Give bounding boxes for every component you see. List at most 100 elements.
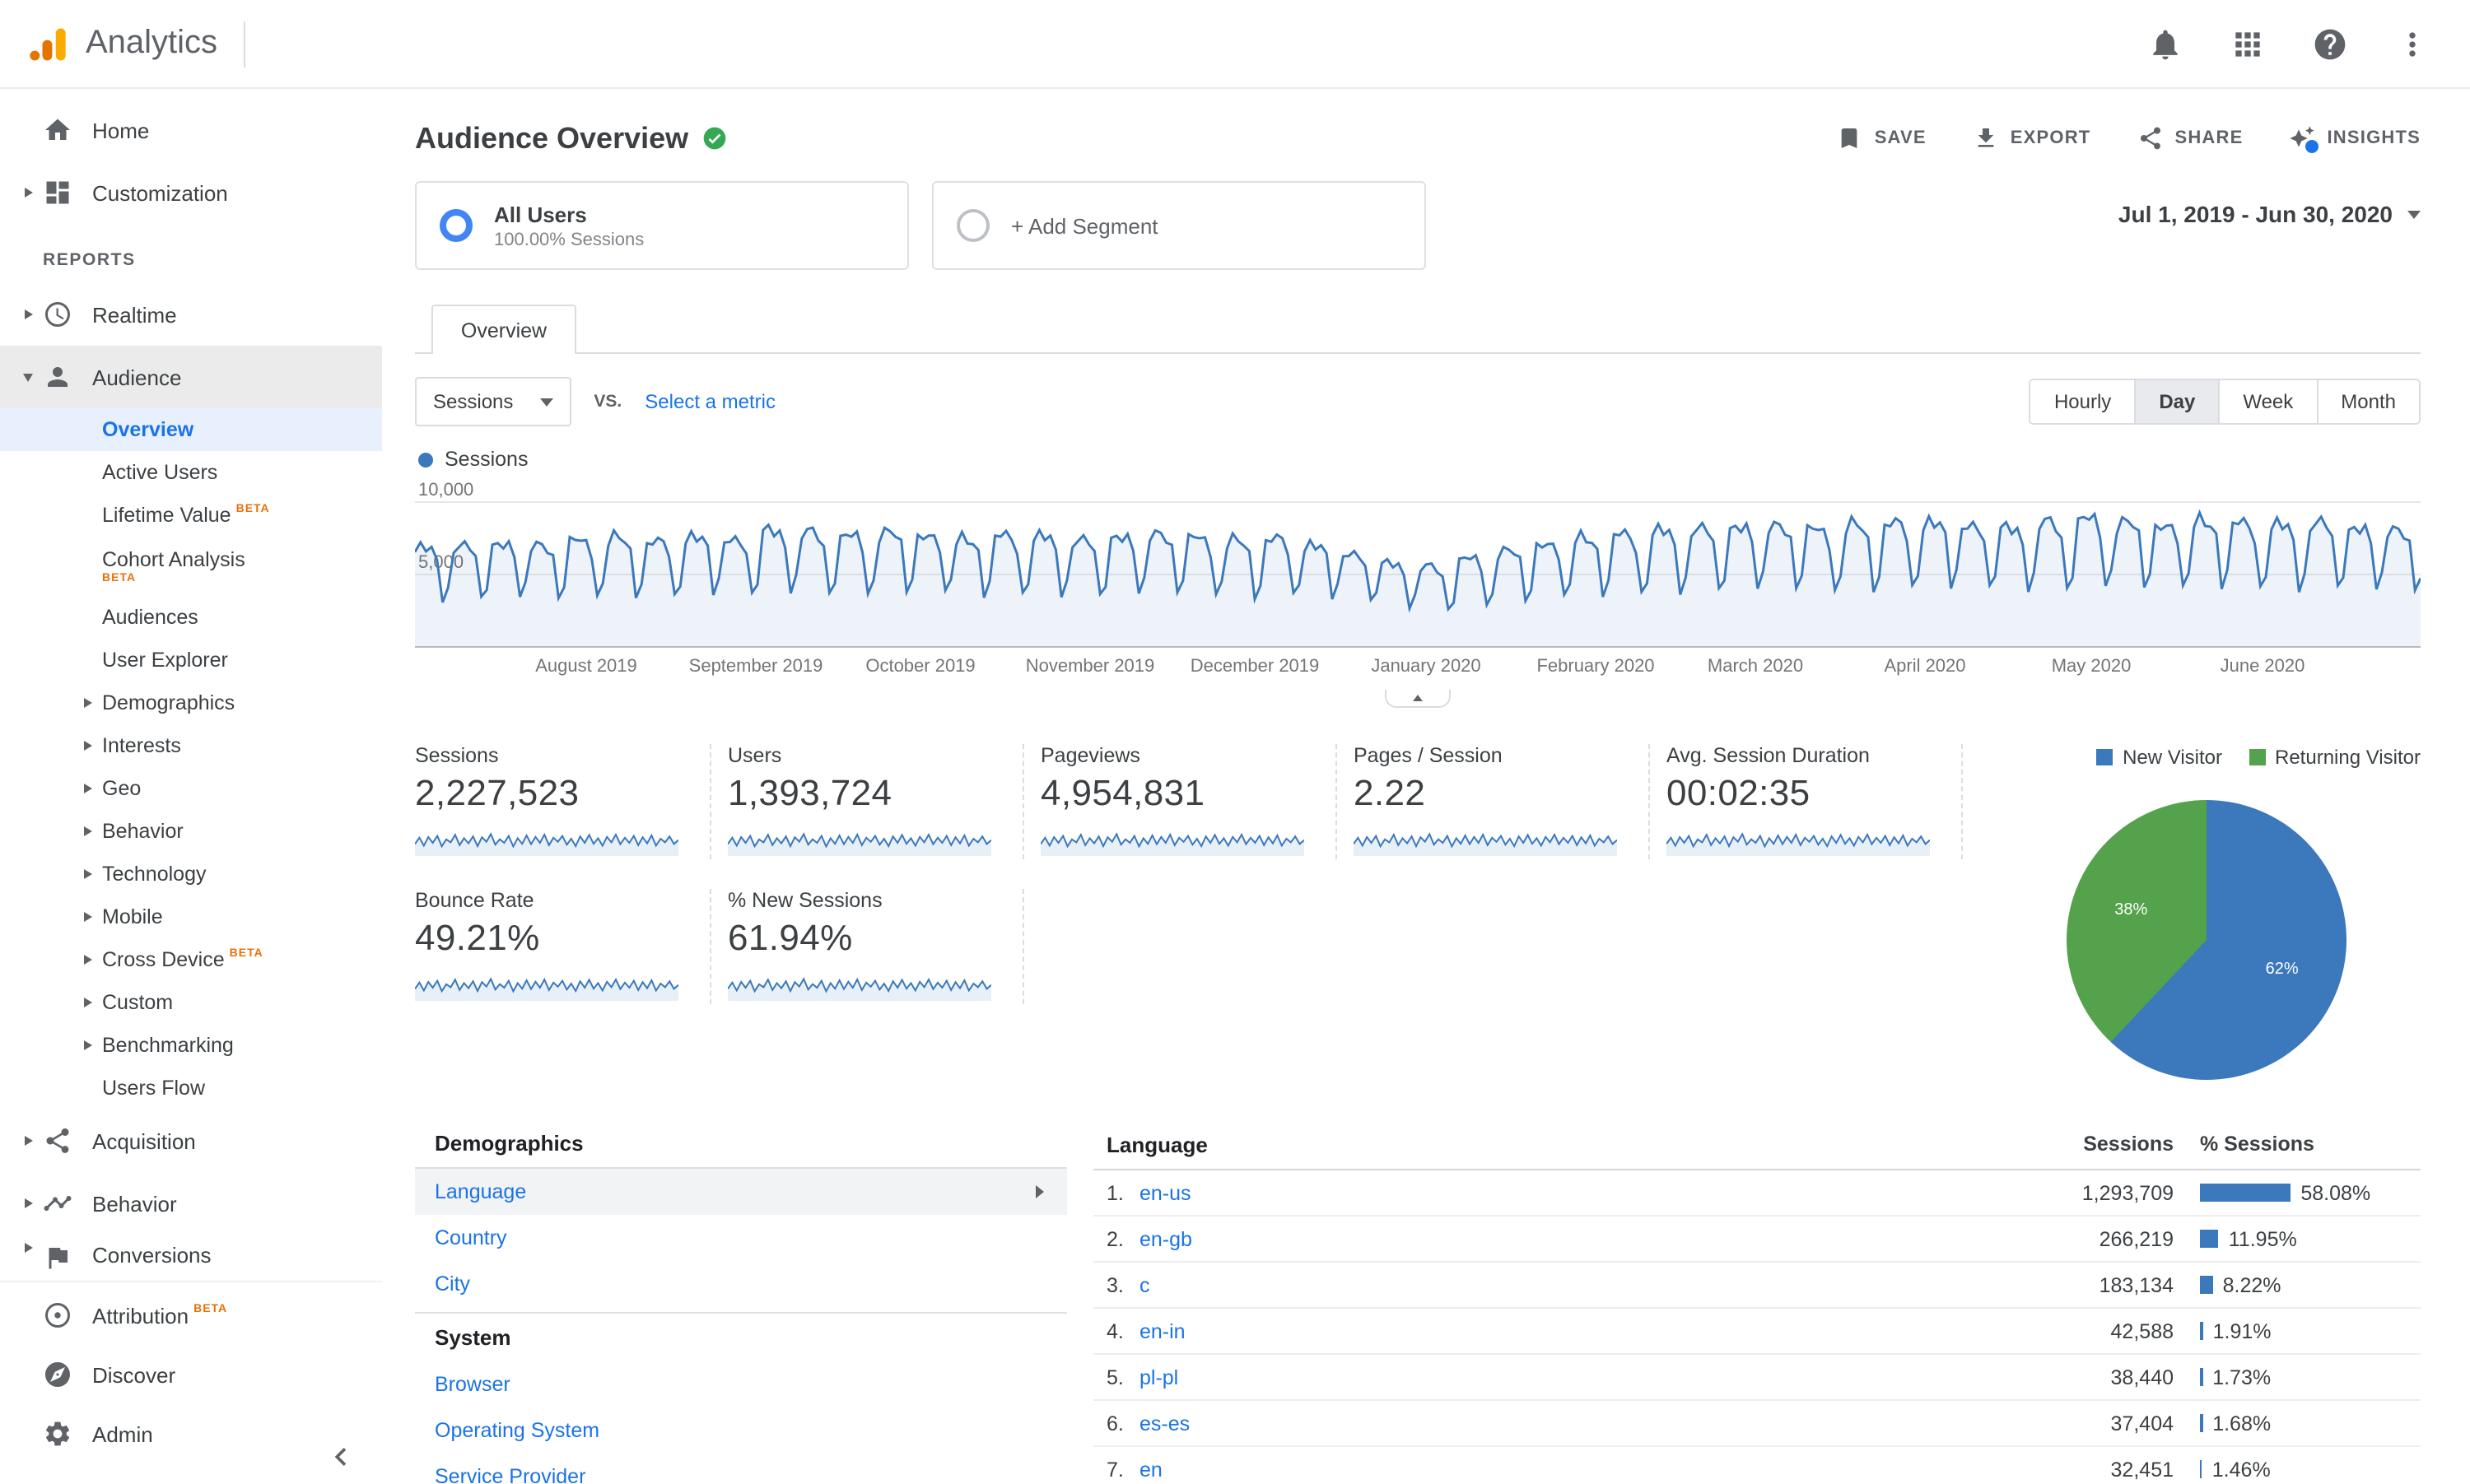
table-row: 3. c 183,134 8.22% (1093, 1263, 2421, 1309)
select-metric-link[interactable]: Select a metric (645, 390, 776, 413)
analytics-logo[interactable]: Analytics (26, 21, 246, 67)
pct-bar (2200, 1184, 2291, 1202)
dimension-section-system: System (415, 1312, 1067, 1361)
series-label: Sessions (445, 448, 529, 471)
svg-text:September 2019: September 2019 (689, 655, 823, 676)
sidebar-item-home[interactable]: Home (0, 99, 382, 161)
legend-swatch-icon (2249, 749, 2265, 765)
pct-value: 1.68% (2212, 1412, 2272, 1435)
language-link[interactable]: c (1139, 1273, 1976, 1296)
sidebar-item-label: Overview (102, 418, 194, 441)
sidebar-item-acquisition[interactable]: Acquisition (0, 1110, 382, 1172)
sidebar-item-users-flow[interactable]: Users Flow (0, 1067, 382, 1110)
collapse-sidebar-button[interactable] (323, 1438, 359, 1474)
export-button[interactable]: EXPORT (1973, 125, 2091, 151)
sidebar-item-active-users[interactable]: Active Users (0, 451, 382, 494)
sidebar-item-audience[interactable]: Audience (0, 346, 382, 408)
metric-avg-session-duration: Avg. Session Duration 00:02:35 (1666, 744, 1963, 859)
language-link[interactable]: en-in (1139, 1319, 1976, 1342)
sidebar-item-custom[interactable]: Custom (0, 981, 382, 1024)
sidebar-item-audiences[interactable]: Audiences (0, 596, 382, 639)
sidebar-item-demographics[interactable]: Demographics (0, 682, 382, 724)
dimension-item-service-provider[interactable]: Service Provider (415, 1454, 1067, 1484)
chevron-right-icon (16, 1136, 40, 1146)
table-row: 4. en-in 42,588 1.91% (1093, 1309, 2421, 1355)
pct-value: 58.08% (2300, 1181, 2371, 1204)
sidebar-item-lifetime-value[interactable]: Lifetime Value BETA (0, 494, 382, 537)
language-link[interactable]: en-gb (1139, 1227, 1976, 1250)
add-segment-button[interactable]: + Add Segment (932, 181, 1426, 270)
sidebar-item-benchmarking[interactable]: Benchmarking (0, 1024, 382, 1067)
sidebar-item-conversions[interactable]: Conversions (0, 1235, 382, 1274)
product-name: Analytics (86, 25, 218, 61)
sidebar-item-interests[interactable]: Interests (0, 724, 382, 767)
check-circle-icon (701, 125, 728, 151)
sidebar-item-customization[interactable]: Customization (0, 161, 382, 224)
date-range-selector[interactable]: Jul 1, 2019 - Jun 30, 2020 (2118, 181, 2421, 227)
sessions-value: 1,293,709 (2081, 1181, 2174, 1204)
sidebar-item-cohort-analysis[interactable]: Cohort Analysis BETA (0, 537, 382, 596)
column-header-pct-sessions[interactable]: % Sessions (2174, 1133, 2421, 1156)
svg-text:December 2019: December 2019 (1191, 655, 1320, 676)
sidebar-item-behavior[interactable]: Behavior (0, 1172, 382, 1235)
granularity-month[interactable]: Month (2316, 380, 2419, 423)
insights-icon (2290, 125, 2321, 155)
metric-select[interactable]: Sessions (415, 377, 571, 426)
granularity-hourly[interactable]: Hourly (2030, 380, 2135, 423)
segment-all-users[interactable]: All Users 100.00% Sessions (415, 181, 909, 270)
sidebar-item-label: Customization (92, 180, 228, 205)
dimension-item-language[interactable]: Language (415, 1169, 1067, 1215)
sidebar-item-cross-device[interactable]: Cross Device BETA (0, 938, 382, 981)
insights-button[interactable]: INSIGHTS (2290, 125, 2421, 155)
language-link[interactable]: en (1139, 1458, 1976, 1481)
more-vert-button[interactable] (2394, 26, 2430, 62)
sidebar-item-technology[interactable]: Technology (0, 853, 382, 896)
action-label: SHARE (2174, 128, 2244, 148)
bottom-section: Demographics Language Country City System Bro… (415, 1119, 2421, 1484)
help-button[interactable] (2312, 26, 2348, 62)
language-link[interactable]: es-es (1139, 1412, 1976, 1435)
sidebar-item-label: Realtime (92, 302, 177, 327)
column-header-sessions[interactable]: Sessions (1976, 1133, 2174, 1156)
sidebar-item-discover[interactable]: Discover (0, 1345, 382, 1404)
pct-value: 1.73% (2212, 1365, 2272, 1389)
apps-icon (2230, 31, 2266, 68)
chevron-down-icon (2407, 210, 2421, 225)
sidebar-item-attribution[interactable]: Attribution BETA (0, 1286, 382, 1345)
svg-text:August 2019: August 2019 (535, 655, 637, 676)
metric-label: Sessions (415, 744, 499, 767)
language-link[interactable]: en-us (1139, 1181, 1976, 1204)
tab-bar: Overview (415, 303, 2421, 354)
chart-collapse-handle[interactable] (1385, 690, 1451, 708)
chevron-down-icon (16, 373, 40, 381)
sessions-line-chart: 5,00010,000August 2019 September 2019 Octo… (415, 479, 2421, 676)
dimension-item-country[interactable]: Country (415, 1215, 1067, 1261)
sidebar-item-geo[interactable]: Geo (0, 767, 382, 810)
granularity-day[interactable]: Day (2134, 380, 2219, 423)
svg-text:May 2020: May 2020 (2052, 655, 2132, 676)
tab-overview[interactable]: Overview (431, 305, 576, 354)
insights-badge (2304, 138, 2321, 155)
dimension-item-operating-system[interactable]: Operating System (415, 1407, 1067, 1454)
svg-text:November 2019: November 2019 (1026, 655, 1155, 676)
notifications-button[interactable] (2147, 26, 2183, 62)
apps-button[interactable] (2230, 26, 2266, 62)
dimension-item-city[interactable]: City (415, 1261, 1067, 1307)
beta-badge: BETA (229, 947, 263, 959)
sidebar-item-mobile[interactable]: Mobile (0, 896, 382, 938)
table-row: 2. en-gb 266,219 11.95% (1093, 1217, 2421, 1263)
segment-row: All Users 100.00% Sessions + Add Segment… (415, 181, 2421, 277)
sidebar-item-label: Users Flow (102, 1077, 206, 1100)
pct-bar (2200, 1460, 2202, 1478)
sidebar-item-behavior[interactable]: Behavior (0, 810, 382, 853)
dimension-item-browser[interactable]: Browser (415, 1361, 1067, 1407)
bookmark-icon (1837, 125, 1863, 151)
action-label: INSIGHTS (2327, 128, 2421, 148)
sidebar-item-user-explorer[interactable]: User Explorer (0, 639, 382, 682)
save-button[interactable]: SAVE (1837, 125, 1927, 151)
granularity-week[interactable]: Week (2218, 380, 2317, 423)
share-button[interactable]: SHARE (2137, 125, 2243, 151)
sidebar-item-realtime[interactable]: Realtime (0, 283, 382, 346)
sidebar-item-overview[interactable]: Overview (0, 408, 382, 451)
language-link[interactable]: pl-pl (1139, 1365, 1976, 1389)
